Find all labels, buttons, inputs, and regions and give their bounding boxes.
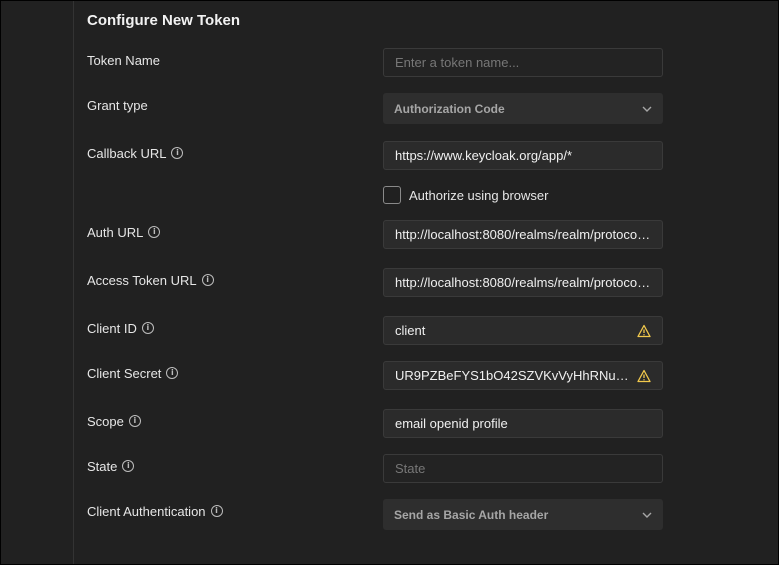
info-icon[interactable]: i (171, 147, 184, 159)
grant-type-label: Grant type (87, 96, 148, 114)
scope-value: email openid profile (395, 416, 508, 431)
state-label-text: State (87, 458, 118, 474)
callback-url-label-text: Callback URL (87, 145, 167, 161)
chevron-down-icon (642, 512, 652, 518)
access-token-url-label: Access Token URL i (87, 271, 214, 289)
left-panel (1, 1, 74, 564)
grant-type-value: Authorization Code (394, 101, 505, 116)
grant-type-label-text: Grant type (87, 97, 148, 113)
grant-type-select[interactable]: Authorization Code (383, 93, 663, 124)
token-name-placeholder: Enter a token name... (395, 55, 520, 70)
chevron-down-icon (642, 106, 652, 112)
client-secret-label-text: Client Secret (87, 365, 162, 381)
warning-icon[interactable] (637, 369, 651, 383)
info-icon[interactable]: i (201, 274, 214, 286)
scope-label-text: Scope (87, 413, 124, 429)
info-icon[interactable]: i (210, 505, 223, 517)
warning-icon[interactable] (637, 324, 651, 338)
authorize-browser-row: Authorize using browser (383, 186, 548, 204)
auth-url-label: Auth URL i (87, 223, 161, 241)
authorize-browser-label: Authorize using browser (409, 187, 549, 203)
access-token-url-input[interactable]: http://localhost:8080/realms/realm/proto… (383, 268, 663, 297)
info-icon[interactable]: i (148, 226, 161, 238)
client-auth-select[interactable]: Send as Basic Auth header (383, 499, 663, 530)
token-name-input[interactable]: Enter a token name... (383, 48, 663, 77)
callback-url-label: Callback URL i (87, 144, 184, 162)
client-id-value: client (395, 323, 426, 338)
access-token-url-label-text: Access Token URL (87, 272, 197, 288)
auth-url-label-text: Auth URL (87, 224, 144, 240)
client-auth-label: Client Authentication i (87, 502, 223, 520)
client-secret-value: UR9PZBeFYS1bO42SZVKvVyHhRNuN8R... (395, 368, 631, 383)
page-title: Configure New Token (87, 12, 241, 29)
client-secret-label: Client Secret i (87, 364, 179, 382)
info-icon[interactable]: i (166, 367, 179, 379)
access-token-url-value: http://localhost:8080/realms/realm/proto… (395, 275, 651, 290)
state-label: State i (87, 457, 135, 475)
token-name-label-text: Token Name (87, 52, 160, 68)
auth-url-input[interactable]: http://localhost:8080/realms/realm/proto… (383, 220, 663, 249)
client-id-input[interactable]: client (383, 316, 663, 345)
scope-input[interactable]: email openid profile (383, 409, 663, 438)
client-secret-input[interactable]: UR9PZBeFYS1bO42SZVKvVyHhRNuN8R... (383, 361, 663, 390)
client-auth-value: Send as Basic Auth header (394, 507, 549, 522)
info-icon[interactable]: i (122, 460, 135, 472)
auth-url-value: http://localhost:8080/realms/realm/proto… (395, 227, 651, 242)
info-icon[interactable]: i (128, 415, 141, 427)
authorize-browser-checkbox[interactable] (383, 186, 401, 204)
client-auth-label-text: Client Authentication (87, 503, 206, 519)
callback-url-input[interactable]: https://www.keycloak.org/app/* (383, 141, 663, 170)
state-input[interactable]: State (383, 454, 663, 483)
state-placeholder: State (395, 461, 426, 476)
token-name-label: Token Name (87, 51, 160, 69)
callback-url-value: https://www.keycloak.org/app/* (395, 148, 573, 163)
client-id-label-text: Client ID (87, 320, 137, 336)
client-id-label: Client ID i (87, 319, 154, 337)
info-icon[interactable]: i (141, 322, 154, 334)
scope-label: Scope i (87, 412, 141, 430)
